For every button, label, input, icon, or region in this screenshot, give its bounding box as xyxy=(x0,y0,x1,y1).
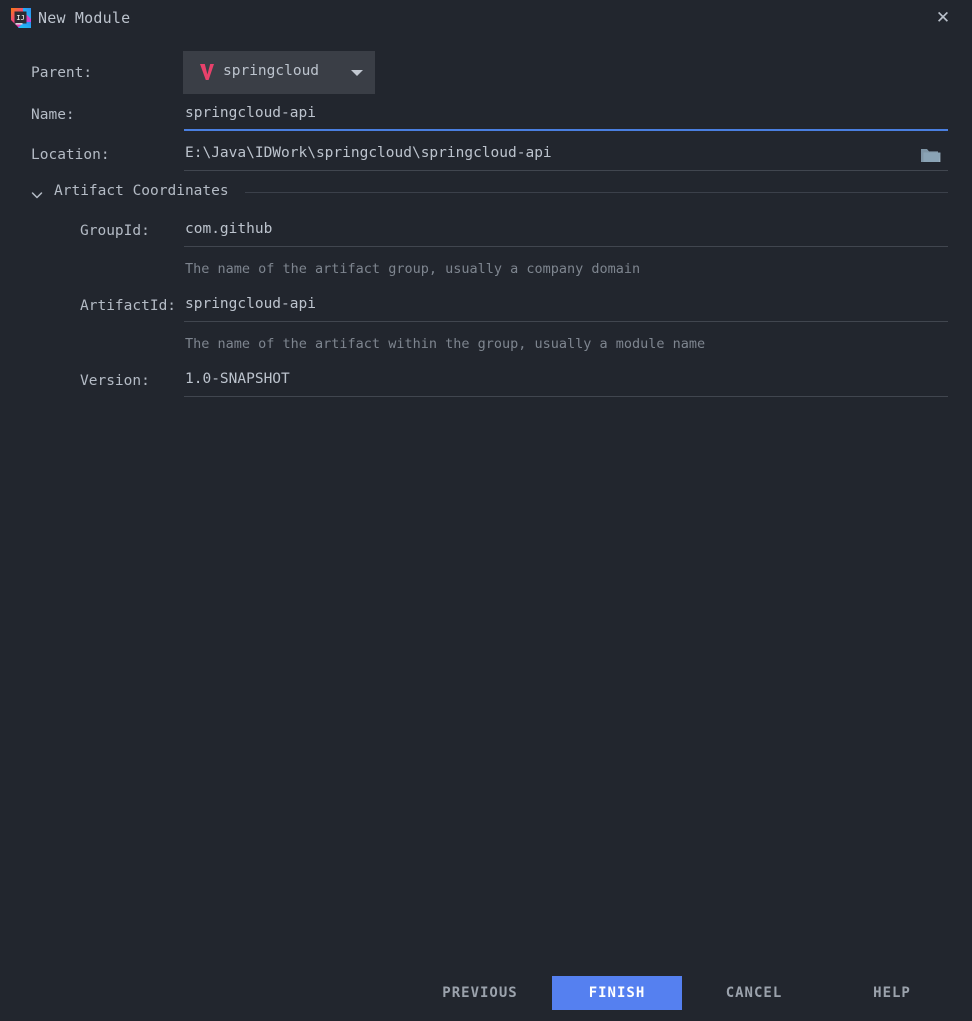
version-value: 1.0-SNAPSHOT xyxy=(185,371,290,387)
new-module-dialog: IJ New Module ✕ Parent: springcloud Name… xyxy=(0,0,972,1021)
artifact-id-underline xyxy=(184,321,948,322)
intellij-idea-icon: IJ xyxy=(10,7,32,29)
dialog-title: New Module xyxy=(38,9,130,27)
artifact-id-hint: The name of the artifact within the grou… xyxy=(185,336,705,352)
group-id-underline xyxy=(184,246,948,247)
maven-module-icon xyxy=(197,62,217,82)
group-id-value: com.github xyxy=(185,221,272,237)
group-id-input[interactable]: com.github xyxy=(184,221,948,247)
artifact-id-input[interactable]: springcloud-api xyxy=(184,296,948,322)
dialog-titlebar: IJ New Module ✕ xyxy=(0,0,972,36)
name-input[interactable]: springcloud-api xyxy=(184,105,948,131)
name-focus-underline xyxy=(184,129,948,131)
version-input[interactable]: 1.0-SNAPSHOT xyxy=(184,371,948,397)
location-value: E:\Java\IDWork\springcloud\springcloud-a… xyxy=(185,145,552,161)
section-divider xyxy=(245,192,948,193)
name-value: springcloud-api xyxy=(185,105,316,121)
help-button[interactable]: HELP xyxy=(852,976,932,1010)
chevron-down-icon xyxy=(351,70,363,76)
artifact-coordinates-title: Artifact Coordinates xyxy=(54,183,229,199)
previous-button[interactable]: PREVIOUS xyxy=(436,976,524,1010)
svg-text:IJ: IJ xyxy=(16,14,24,22)
parent-combobox[interactable]: springcloud xyxy=(183,51,375,94)
close-icon[interactable]: ✕ xyxy=(928,4,958,32)
location-input[interactable]: E:\Java\IDWork\springcloud\springcloud-a… xyxy=(184,145,914,171)
parent-value: springcloud xyxy=(223,63,319,79)
artifact-id-value: springcloud-api xyxy=(185,296,316,312)
chevron-down-icon xyxy=(30,187,44,201)
location-underline xyxy=(184,170,948,171)
cancel-button[interactable]: CANCEL xyxy=(712,976,796,1010)
group-id-hint: The name of the artifact group, usually … xyxy=(185,261,640,277)
folder-icon[interactable] xyxy=(920,146,942,164)
finish-button[interactable]: FINISH xyxy=(552,976,682,1010)
version-underline xyxy=(184,396,948,397)
